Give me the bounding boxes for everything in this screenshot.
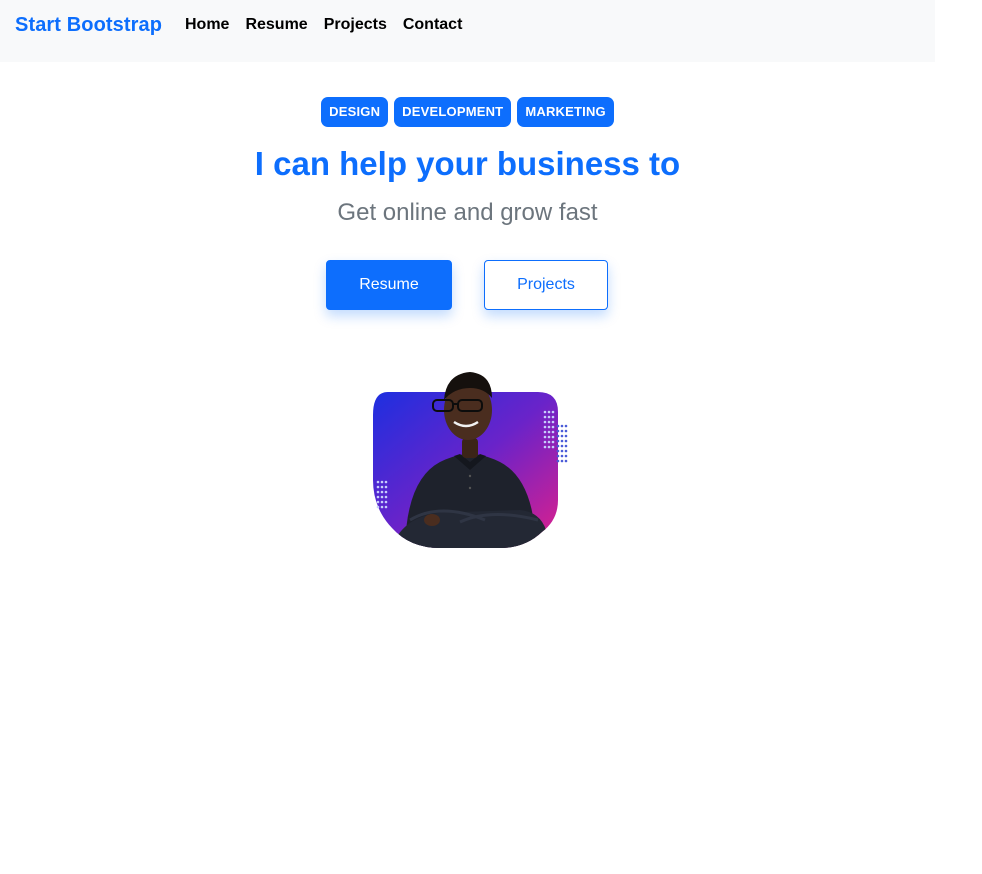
badge-design: DESIGN — [321, 97, 389, 127]
profile-illustration-icon — [373, 372, 568, 548]
nav-link-projects[interactable]: Projects — [324, 16, 387, 33]
nav-item-resume: Resume — [245, 16, 307, 34]
nav-item-contact: Contact — [403, 16, 463, 34]
navbar: Start Bootstrap Home Resume Projects Con… — [0, 0, 935, 62]
profile-photo — [370, 370, 570, 550]
nav-item-home: Home — [185, 16, 229, 34]
badge-development: DEVELOPMENT — [394, 97, 512, 127]
nav-link-home[interactable]: Home — [185, 16, 229, 33]
resume-button[interactable]: Resume — [326, 260, 452, 310]
projects-button[interactable]: Projects — [484, 260, 608, 310]
nav-menu: Home Resume Projects Contact — [185, 16, 478, 34]
hero-headline: I can help your business to — [254, 145, 681, 182]
nav-item-projects: Projects — [324, 16, 387, 34]
brand-link[interactable]: Start Bootstrap — [15, 14, 162, 37]
badge-marketing: MARKETING — [517, 97, 614, 127]
skill-badges: DESIGN DEVELOPMENT MARKETING — [0, 97, 935, 127]
hero-subheadline: Get online and grow fast — [337, 199, 598, 226]
nav-link-contact[interactable]: Contact — [403, 16, 463, 33]
nav-link-resume[interactable]: Resume — [245, 16, 307, 33]
